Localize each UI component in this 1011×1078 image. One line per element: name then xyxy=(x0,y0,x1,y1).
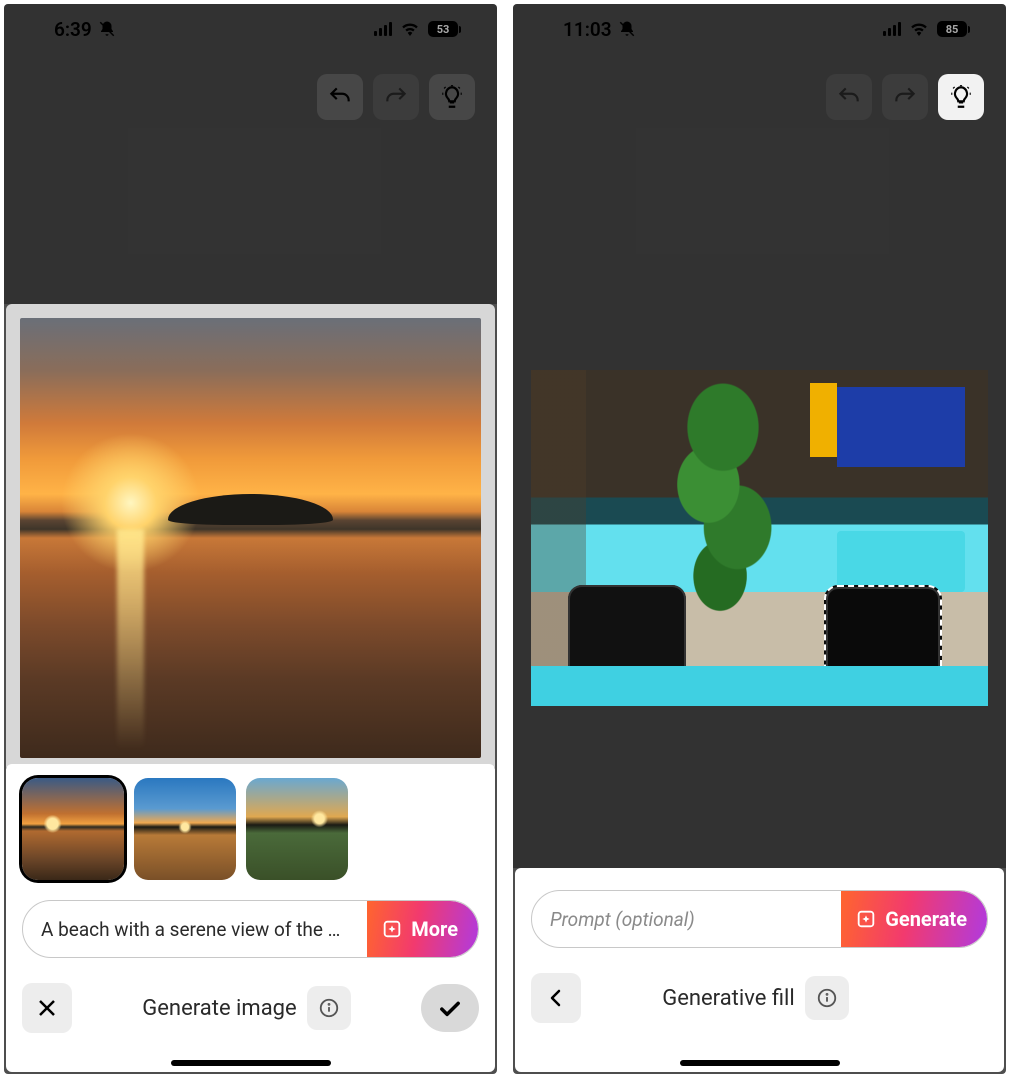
home-indicator[interactable] xyxy=(171,1060,331,1066)
left-screenshot: 6:39 53 A beach with a ser xyxy=(4,4,497,1074)
silent-icon xyxy=(98,20,116,38)
generate-panel: A beach with a serene view of the s... M… xyxy=(6,764,495,1072)
battery-icon: 85 xyxy=(937,21,970,37)
wifi-icon xyxy=(400,22,420,36)
battery-icon: 53 xyxy=(428,21,461,37)
info-button[interactable] xyxy=(805,976,849,1020)
editor-toolbar xyxy=(4,54,497,140)
generate-label: Generate xyxy=(885,907,967,931)
check-icon xyxy=(436,994,464,1022)
idea-button[interactable] xyxy=(938,74,984,120)
battery-level: 85 xyxy=(937,21,967,37)
panel-title: Generative fill xyxy=(662,986,795,1011)
back-button[interactable] xyxy=(531,973,581,1023)
thumbnail-2[interactable] xyxy=(134,778,236,880)
close-button[interactable] xyxy=(22,983,72,1033)
source-image[interactable] xyxy=(531,370,988,706)
status-bar: 11:03 85 xyxy=(513,4,1006,54)
confirm-button[interactable] xyxy=(421,984,479,1032)
redo-button[interactable] xyxy=(882,74,928,120)
info-icon xyxy=(318,997,340,1019)
undo-button[interactable] xyxy=(826,74,872,120)
result-thumbnails xyxy=(22,778,479,880)
right-screenshot: 11:03 85 Prompt (option xyxy=(513,4,1006,1074)
redo-button[interactable] xyxy=(373,74,419,120)
prompt-input[interactable]: A beach with a serene view of the s... xyxy=(23,918,367,941)
battery-level: 53 xyxy=(428,21,458,37)
idea-button[interactable] xyxy=(429,74,475,120)
cellular-icon xyxy=(374,22,392,36)
sparkle-icon xyxy=(381,918,403,940)
generate-button[interactable]: Generate xyxy=(841,891,987,947)
thumbnail-3[interactable] xyxy=(246,778,348,880)
prompt-pill: A beach with a serene view of the s... M… xyxy=(22,900,479,958)
more-button[interactable]: More xyxy=(367,901,478,957)
info-button[interactable] xyxy=(307,986,351,1030)
info-icon xyxy=(816,987,838,1009)
prompt-input[interactable]: Prompt (optional) xyxy=(532,908,841,931)
thumbnail-1[interactable] xyxy=(22,778,124,880)
prompt-pill: Prompt (optional) Generate xyxy=(531,890,988,948)
undo-button[interactable] xyxy=(317,74,363,120)
home-indicator[interactable] xyxy=(680,1060,840,1066)
clock: 11:03 xyxy=(563,18,612,41)
editor-toolbar xyxy=(513,54,1006,140)
close-icon xyxy=(35,996,59,1020)
silent-icon xyxy=(618,20,636,38)
chevron-left-icon xyxy=(544,986,568,1010)
clock: 6:39 xyxy=(54,18,92,41)
status-bar: 6:39 53 xyxy=(4,4,497,54)
panel-title: Generate image xyxy=(142,996,296,1021)
cellular-icon xyxy=(883,22,901,36)
generated-image-preview[interactable] xyxy=(6,304,495,772)
more-label: More xyxy=(411,917,458,941)
generative-fill-panel: Prompt (optional) Generate Generative fi… xyxy=(515,868,1004,1072)
sparkle-icon xyxy=(855,908,877,930)
wifi-icon xyxy=(909,22,929,36)
